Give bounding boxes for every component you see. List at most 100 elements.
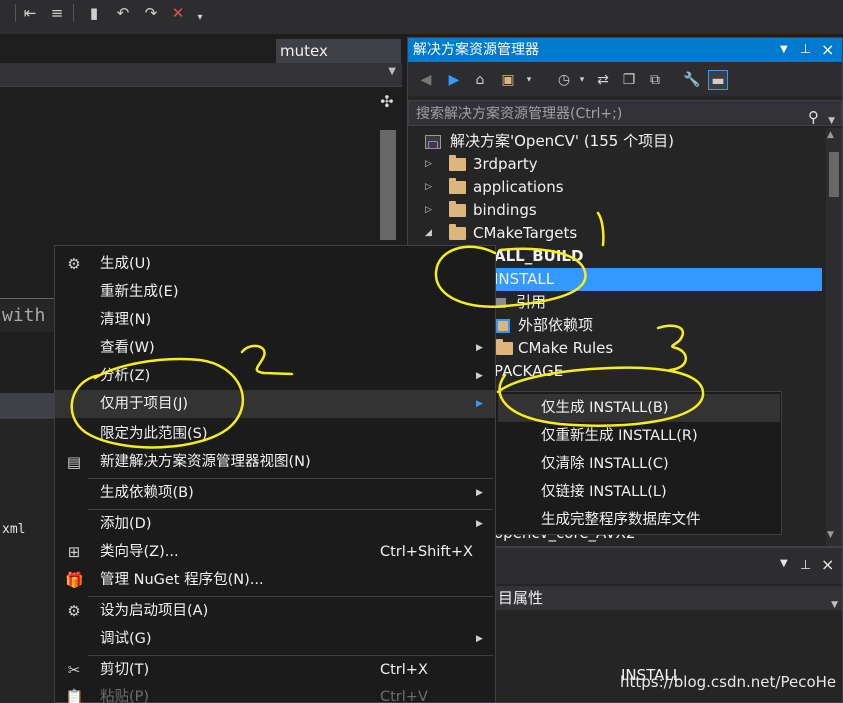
new-view-icon: ▤ bbox=[66, 453, 82, 471]
external-deps-icon bbox=[496, 319, 510, 333]
tree-label: 3rdparty bbox=[473, 155, 538, 173]
project-only-submenu: 仅生成 INSTALL(B) 仅重新生成 INSTALL(R) 仅清除 INST… bbox=[495, 391, 782, 535]
panel-header bbox=[0, 393, 54, 419]
switch-views-icon[interactable]: ▣ bbox=[498, 70, 518, 90]
expand-icon[interactable]: ▷ bbox=[425, 199, 432, 222]
menu-item-clean[interactable]: 清理(N) bbox=[55, 306, 495, 334]
scrollbar-thumb[interactable] bbox=[829, 152, 839, 197]
menu-item-set-startup[interactable]: ⚙ 设为启动项目(A) bbox=[55, 597, 495, 625]
show-all-files-icon[interactable]: ⧉ bbox=[645, 70, 665, 90]
submenu-item-build-only[interactable]: 仅生成 INSTALL(B) bbox=[498, 394, 780, 422]
collapse-all-icon[interactable]: ❐ bbox=[619, 70, 639, 90]
navigation-dropdown[interactable]: ▼ bbox=[0, 63, 402, 87]
menu-item-label: 粘贴(P) bbox=[100, 689, 150, 703]
class-wizard-icon: ⊞ bbox=[67, 543, 81, 561]
tree-label: bindings bbox=[473, 201, 537, 219]
expand-icon[interactable]: ▷ bbox=[425, 153, 432, 176]
folder-icon bbox=[449, 224, 466, 240]
window-position-icon[interactable]: ▼ bbox=[780, 558, 788, 569]
submenu-item-link-only[interactable]: 仅链接 INSTALL(L) bbox=[498, 478, 780, 506]
search-placeholder: 搜索解决方案资源管理器(Ctrl+;) bbox=[416, 106, 623, 122]
bookmark-icon[interactable]: ▮ bbox=[83, 3, 105, 23]
gear-icon: ⚙ bbox=[67, 602, 81, 620]
close-icon[interactable]: × bbox=[821, 38, 834, 62]
submenu-item-clean-only[interactable]: 仅清除 INSTALL(C) bbox=[498, 450, 780, 478]
menu-item-label: 仅生成 INSTALL(B) bbox=[541, 400, 669, 416]
scroll-up-icon[interactable]: ▲ bbox=[827, 130, 834, 140]
collapse-icon[interactable]: ◢ bbox=[425, 222, 432, 245]
tree-label: CMakeTargets bbox=[473, 224, 578, 242]
solution-explorer-title: 解决方案资源管理器 ▼ ⊥ × bbox=[408, 38, 842, 62]
properties-icon[interactable]: 🔧 bbox=[682, 70, 702, 90]
menu-item-view[interactable]: 查看(W) ▶ bbox=[55, 334, 495, 362]
menu-item-label: 仅用于项目(J) bbox=[100, 396, 189, 412]
bookmark-clear-icon[interactable]: ✕ bbox=[167, 3, 189, 23]
menu-item-add[interactable]: 添加(D) ▶ bbox=[55, 510, 495, 538]
bookmark-next-icon[interactable]: ↷ bbox=[140, 3, 162, 23]
tree-item-cmaketargets[interactable]: ◢ CMakeTargets bbox=[408, 222, 822, 245]
tree-item-3rdparty[interactable]: ▷ 3rdparty bbox=[408, 153, 822, 176]
menu-item-label: 类向导(Z)... bbox=[100, 544, 179, 560]
forward-icon[interactable]: ▶ bbox=[444, 70, 464, 90]
close-icon[interactable]: × bbox=[821, 555, 834, 574]
back-icon[interactable]: ◀ bbox=[416, 70, 436, 90]
menu-item-scope-to-this[interactable]: 限定为此范围(S) bbox=[55, 420, 495, 448]
window-position-icon[interactable]: ▼ bbox=[780, 38, 788, 62]
toolbar-overflow-icon[interactable]: ▾ bbox=[189, 8, 211, 28]
submenu-item-rebuild-only[interactable]: 仅重新生成 INSTALL(R) bbox=[498, 422, 780, 450]
menu-item-debug[interactable]: 调试(G) ▶ bbox=[55, 625, 495, 653]
menu-item-shortcut: Ctrl+X bbox=[380, 662, 428, 678]
menu-item-build-dependencies[interactable]: 生成依赖项(B) ▶ bbox=[55, 479, 495, 507]
pending-changes-icon[interactable]: ◷ bbox=[554, 70, 574, 90]
submenu-item-full-pdb[interactable]: 生成完整程序数据库文件 bbox=[498, 506, 780, 534]
tree-item-solution[interactable]: 解决方案'OpenCV' (155 个项目) bbox=[408, 130, 822, 153]
menu-item-class-wizard[interactable]: ⊞ 类向导(Z)... Ctrl+Shift+X bbox=[55, 538, 495, 566]
chevron-down-icon[interactable]: ▾ bbox=[572, 70, 592, 90]
tree-item-bindings[interactable]: ▷ bindings bbox=[408, 199, 822, 222]
pin-icon[interactable]: ⊥ bbox=[800, 558, 811, 573]
menu-item-rebuild[interactable]: 重新生成(E) bbox=[55, 278, 495, 306]
home-icon[interactable]: ⌂ bbox=[470, 70, 490, 90]
code-text: with bbox=[0, 300, 54, 332]
menu-item-label: 生成完整程序数据库文件 bbox=[541, 512, 701, 528]
tree-label: applications bbox=[473, 178, 564, 196]
tree-item-applications[interactable]: ▷ applications bbox=[408, 176, 822, 199]
menu-item-label: 仅清除 INSTALL(C) bbox=[541, 456, 669, 472]
search-input[interactable]: 搜索解决方案资源管理器(Ctrl+;) ⚲ ▼ bbox=[408, 100, 842, 126]
preview-toggle-icon[interactable]: ▬ bbox=[708, 70, 728, 90]
menu-item-project-only[interactable]: 仅用于项目(J) ▶ bbox=[55, 390, 495, 418]
menu-item-new-view[interactable]: ▤ 新建解决方案资源管理器视图(N) bbox=[55, 448, 495, 476]
submenu-arrow-icon: ▶ bbox=[476, 634, 483, 644]
folder-icon bbox=[496, 339, 513, 355]
indent-icon[interactable]: ⇤ bbox=[19, 3, 41, 23]
scrollbar-thumb[interactable] bbox=[380, 130, 396, 240]
build-icon: ⚙ bbox=[67, 255, 81, 273]
menu-item-build[interactable]: ⚙ 生成(U) bbox=[55, 250, 495, 278]
tree-label: PACKAGE bbox=[494, 362, 564, 380]
menu-item-nuget[interactable]: 🎁 管理 NuGet 程序包(N)... bbox=[55, 566, 495, 594]
tree-label: ALL_BUILD bbox=[494, 247, 584, 265]
menu-item-paste: 📋 粘贴(P) Ctrl+V bbox=[55, 683, 495, 703]
tree-label: 引用 bbox=[516, 293, 547, 311]
tab-mutex[interactable]: mutex □ × bbox=[276, 39, 650, 63]
comment-icon[interactable]: ≡ bbox=[46, 3, 68, 23]
search-icon[interactable]: ⚲ bbox=[808, 104, 819, 130]
menu-item-label: 仅重新生成 INSTALL(R) bbox=[541, 428, 698, 444]
pin-icon[interactable]: ⊥ bbox=[800, 38, 811, 62]
tree-label: 解决方案'OpenCV' (155 个项目) bbox=[450, 132, 674, 150]
sync-icon[interactable]: ⇄ bbox=[593, 70, 613, 90]
menu-item-cut[interactable]: ✂ 剪切(T) Ctrl+X bbox=[55, 656, 495, 684]
menu-item-label: 剪切(T) bbox=[100, 662, 150, 678]
submenu-arrow-icon: ▶ bbox=[476, 488, 483, 498]
split-window-icon[interactable]: ✣ bbox=[376, 92, 398, 112]
menu-item-label: 新建解决方案资源管理器视图(N) bbox=[100, 454, 311, 470]
expand-icon[interactable]: ▷ bbox=[425, 176, 432, 199]
menu-item-label: 添加(D) bbox=[100, 516, 152, 532]
toolbar-separator bbox=[15, 4, 16, 22]
menu-item-analyze[interactable]: 分析(Z) ▶ bbox=[55, 362, 495, 390]
chevron-down-icon[interactable]: ▾ bbox=[519, 70, 539, 90]
bookmark-prev-icon[interactable]: ↶ bbox=[112, 3, 134, 23]
scroll-down-icon[interactable]: ▼ bbox=[827, 530, 834, 540]
menu-item-label: 调试(G) bbox=[100, 631, 152, 647]
scissors-icon: ✂ bbox=[67, 661, 81, 679]
